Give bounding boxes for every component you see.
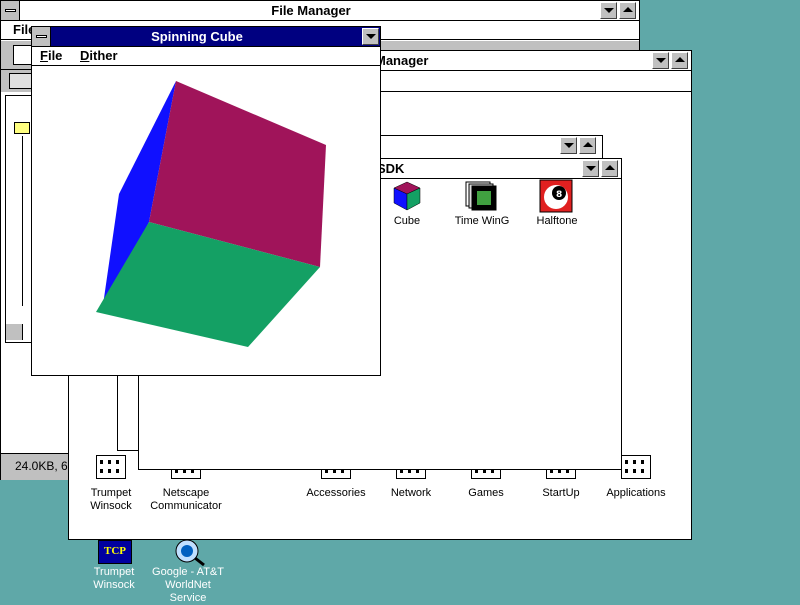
cube-render-canvas — [96, 81, 326, 347]
spinning-cube-menubar: File Dither — [32, 47, 380, 66]
svg-text:8: 8 — [556, 190, 562, 200]
program-manager-minimize-button[interactable] — [652, 52, 669, 69]
tree-scroll-left[interactable] — [6, 324, 23, 340]
spinning-cube-system-menu[interactable] — [32, 27, 51, 46]
dither-mnemonic: D — [80, 48, 90, 63]
dither-rest: ither — [89, 48, 118, 63]
group-label-netscape[interactable]: Netscape Communicator — [146, 487, 226, 513]
spinning-cube-menu-dither[interactable]: Dither — [80, 48, 118, 63]
group-back-minimize[interactable] — [560, 137, 577, 154]
group-label-trumpet[interactable]: Trumpet Winsock — [71, 487, 151, 513]
spinning-cube-menu-file[interactable]: File — [40, 48, 62, 63]
status-text: 24.0KB, 6 — [15, 459, 68, 473]
file-manager-titlebar[interactable]: File Manager — [1, 1, 639, 21]
trumpet-winsock-desktop-icon[interactable]: TCP — [98, 540, 132, 564]
halftone-icon[interactable]: 8 — [539, 179, 573, 213]
file-mnemonic: F — [40, 48, 48, 63]
group-label-games[interactable]: Games — [446, 487, 526, 500]
time-wing-icon[interactable] — [465, 179, 499, 211]
group-label-network[interactable]: Network — [371, 487, 451, 500]
file-manager-system-menu[interactable] — [1, 1, 20, 20]
sdk-title: SDK — [377, 161, 405, 176]
spinning-cube-minimize-button[interactable] — [362, 28, 379, 45]
time-wing-label[interactable]: Time WinG — [442, 215, 522, 228]
halftone-label[interactable]: Halftone — [517, 215, 597, 228]
group-back-maximize[interactable] — [579, 137, 596, 154]
group-icon-applications[interactable] — [621, 455, 651, 479]
spinning-cube-title: Spinning Cube — [151, 29, 243, 44]
file-manager-title: File Manager — [271, 3, 351, 18]
tcp-icon-text: TCP — [104, 545, 126, 557]
spinning-cube-titlebar[interactable]: Spinning Cube — [32, 27, 380, 47]
file-rest: ile — [47, 48, 63, 63]
group-label-startup[interactable]: StartUp — [521, 487, 601, 500]
tree-line — [22, 136, 23, 306]
group-label-applications[interactable]: Applications — [596, 487, 676, 500]
cube-icon[interactable] — [393, 181, 421, 211]
drive-icon[interactable] — [9, 73, 33, 89]
spinning-cube-window: Spinning Cube File Dither — [31, 26, 381, 376]
file-manager-maximize-button[interactable] — [619, 2, 636, 19]
google-att-icon[interactable] — [172, 538, 206, 566]
group-label-accessories[interactable]: Accessories — [296, 487, 376, 500]
group-icon-trumpet[interactable] — [96, 455, 126, 479]
file-manager-minimize-button[interactable] — [600, 2, 617, 19]
sdk-maximize-button[interactable] — [601, 160, 618, 177]
sdk-minimize-button[interactable] — [582, 160, 599, 177]
program-manager-maximize-button[interactable] — [671, 52, 688, 69]
trumpet-winsock-desktop-label[interactable]: Trumpet Winsock — [74, 566, 154, 592]
folder-icon — [14, 122, 30, 134]
google-att-desktop-label[interactable]: Google - AT&T WorldNet Service — [148, 566, 228, 605]
